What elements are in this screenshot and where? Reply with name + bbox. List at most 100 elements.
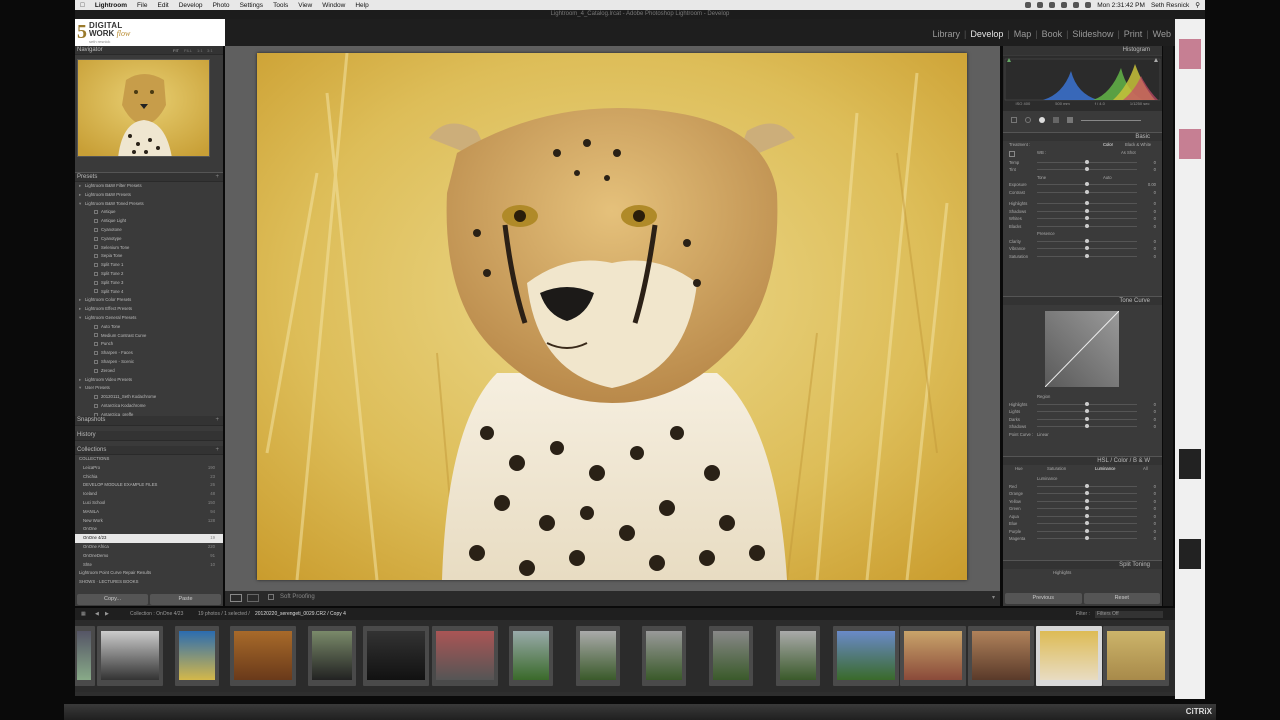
presets-header[interactable]: Presets + (75, 173, 223, 182)
preset-item[interactable]: Sharpen - Faces (79, 349, 223, 358)
slider-value[interactable]: 0 (1154, 238, 1156, 246)
volume-icon[interactable] (1073, 2, 1080, 8)
slider-value[interactable]: 0 (1154, 423, 1156, 431)
slider-knob[interactable] (1085, 401, 1089, 406)
preset-item[interactable]: Sepia Tone (79, 252, 223, 261)
forward-arrow-icon[interactable]: ▶ (105, 611, 109, 617)
filmstrip-thumbnail[interactable] (75, 626, 95, 686)
filter-dropdown[interactable]: Filters Off (1095, 611, 1163, 618)
previous-button[interactable]: Previous (1005, 593, 1082, 604)
slider-value[interactable]: 0 (1154, 416, 1156, 424)
collection-item[interactable]: Iceland 48 (75, 490, 223, 499)
menu-view[interactable]: View (298, 2, 312, 9)
histogram-header[interactable]: Histogram (1003, 46, 1162, 55)
radial-filter-icon[interactable] (1067, 117, 1073, 123)
menu-app[interactable]: Lightroom (95, 2, 127, 9)
filmstrip-thumbnail[interactable] (900, 626, 966, 686)
reset-button[interactable]: Reset (1083, 593, 1160, 604)
preset-item[interactable]: Medium Contrast Curve (79, 332, 223, 341)
desktop-file-icon[interactable] (1179, 539, 1201, 569)
desktop-file-icon[interactable] (1179, 129, 1201, 159)
collection-item[interactable]: MANILA 94 (75, 508, 223, 517)
preset-folder[interactable]: ▸ Lightroom Color Presets (79, 296, 223, 305)
module-web[interactable]: Web (1153, 29, 1171, 39)
slider-knob[interactable] (1085, 521, 1089, 525)
preset-item[interactable]: Antarctica Kodachrome (79, 402, 223, 411)
collection-item[interactable]: New Work 128 (75, 517, 223, 526)
slider-knob[interactable] (1085, 223, 1089, 228)
slider-knob[interactable] (1085, 238, 1089, 243)
collection-item[interactable]: OnOne (75, 525, 223, 534)
slider-knob[interactable] (1085, 182, 1089, 186)
slider-knob[interactable] (1085, 159, 1089, 164)
preset-item[interactable]: Cyanotone (79, 226, 223, 235)
collection-item[interactable]: Shte 10 (75, 561, 223, 570)
right-panel-scrollbar[interactable] (1163, 46, 1173, 606)
preset-item[interactable]: Cyanotype (79, 235, 223, 244)
slider-value[interactable]: 0 (1154, 189, 1156, 197)
slider-knob[interactable] (1085, 167, 1089, 171)
filmstrip-thumbnail[interactable] (1103, 626, 1169, 686)
preset-item[interactable]: 20120111_Seth Kodachrome (79, 393, 223, 402)
spot-removal-icon[interactable] (1025, 117, 1031, 123)
snapshots-header[interactable]: Snapshots + (75, 416, 223, 426)
preset-item[interactable]: Zeroed (79, 367, 223, 376)
filmstrip-thumbnail[interactable] (97, 626, 163, 686)
navigator-header[interactable]: Navigator FIT FILL 1:1 3:1 (75, 46, 223, 55)
filmstrip-thumbnail[interactable] (642, 626, 686, 686)
preset-folder[interactable]: ▸ Lightroom Video Presets (79, 376, 223, 385)
back-arrow-icon[interactable]: ◀ (95, 611, 99, 617)
histogram[interactable]: ISO 400 500 mm f / 4.0 1/1250 sec (1003, 56, 1162, 111)
status-icon[interactable] (1049, 2, 1056, 8)
navigator-preview[interactable] (77, 59, 210, 157)
menu-develop[interactable]: Develop (179, 2, 203, 9)
main-canvas[interactable] (225, 46, 1000, 591)
filmstrip-thumbnail[interactable] (833, 626, 899, 686)
status-icon[interactable] (1037, 2, 1044, 8)
preset-item[interactable]: Punch (79, 340, 223, 349)
slider-knob[interactable] (1085, 491, 1089, 495)
filmstrip-thumbnail[interactable] (175, 626, 219, 686)
menubar-clock[interactable]: Mon 2:31:42 PM (1097, 2, 1145, 9)
menu-tools[interactable]: Tools (273, 2, 288, 9)
preset-item[interactable]: Selenium Tone (79, 244, 223, 253)
wb-eyedropper-icon[interactable] (1009, 150, 1015, 157)
collections-header[interactable]: Collections + (75, 446, 223, 455)
tone-curve-graph[interactable] (1003, 305, 1162, 393)
filmstrip-filename[interactable]: 20120220_serengeti_0029.CR2 / Copy 4 (255, 611, 346, 617)
slider-knob[interactable] (1085, 416, 1089, 421)
status-icon[interactable] (1025, 2, 1032, 8)
slider-knob[interactable] (1085, 528, 1089, 533)
wb-value[interactable]: As Shot (1121, 149, 1136, 157)
slider-knob[interactable] (1085, 498, 1089, 503)
slider-value[interactable]: 0 (1154, 215, 1156, 223)
slider-value[interactable]: 0 (1154, 505, 1156, 513)
collection-item[interactable]: OnOne 4/23 19 (75, 534, 223, 543)
menu-file[interactable]: File (137, 2, 147, 9)
collection-item[interactable]: OnOneDemo 91 (75, 552, 223, 561)
menu-settings[interactable]: Settings (240, 2, 264, 9)
tab-all[interactable]: All (1143, 465, 1148, 473)
collection-set[interactable]: COLLECTIONS (75, 455, 223, 464)
slider-knob[interactable] (1085, 424, 1089, 428)
preset-folder[interactable]: ▸ Lightroom B&W Filter Presets (79, 182, 223, 191)
module-slideshow[interactable]: Slideshow (1072, 29, 1113, 39)
preset-folder[interactable]: ▾ Lightroom General Presets (79, 314, 223, 323)
collection-item[interactable]: Chichia 23 (75, 473, 223, 482)
before-after-icon[interactable] (247, 594, 259, 602)
slider-value[interactable]: 0 (1154, 535, 1156, 543)
brush-slider[interactable] (1081, 119, 1141, 121)
desktop-file-icon[interactable] (1179, 39, 1201, 69)
nav-fill[interactable]: FILL (184, 46, 192, 55)
slider-value[interactable]: 0 (1154, 166, 1156, 174)
battery-icon[interactable] (1085, 2, 1092, 8)
collection-item[interactable]: DEVELOP MODULE EXAMPLE FILES 26 (75, 481, 223, 490)
photo-preview[interactable] (257, 53, 967, 580)
slider-value[interactable]: 0.00 (1148, 181, 1156, 189)
nav-fit[interactable]: FIT (173, 46, 179, 55)
slider-value[interactable]: 0 (1154, 483, 1156, 491)
module-develop[interactable]: Develop (970, 29, 1003, 39)
slider-value[interactable]: 0 (1154, 498, 1156, 506)
menu-help[interactable]: Help (355, 2, 368, 9)
add-collection-icon[interactable]: + (215, 446, 219, 455)
